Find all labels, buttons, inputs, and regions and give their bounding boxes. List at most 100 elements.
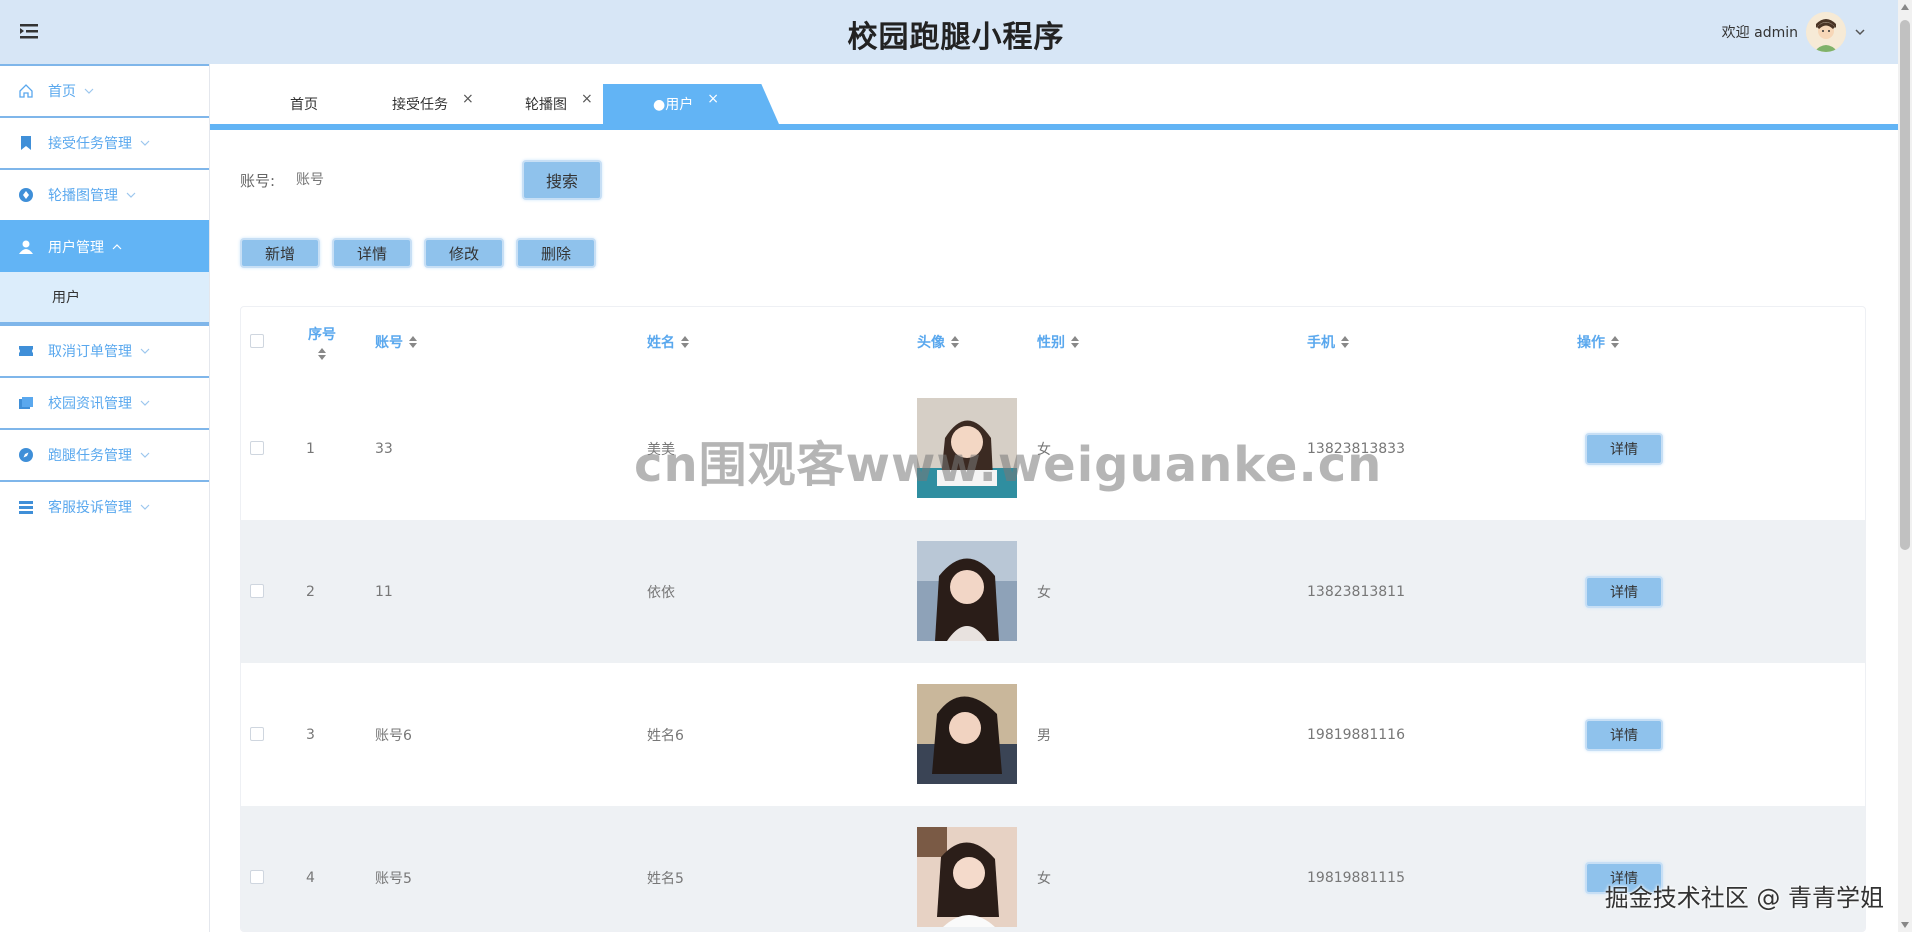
- row-detail-button[interactable]: 详情: [1585, 719, 1663, 751]
- header-gender[interactable]: 性别: [1037, 307, 1080, 377]
- close-icon[interactable]: ×: [581, 91, 593, 107]
- sidebar-item-home[interactable]: 首页: [0, 64, 209, 116]
- user-avatar[interactable]: [1806, 12, 1846, 52]
- edit-button[interactable]: 修改: [424, 238, 504, 268]
- row-detail-button[interactable]: 详情: [1585, 576, 1663, 608]
- sidebar-subitem-user[interactable]: 用户: [0, 272, 209, 324]
- sidebar-item-label: 首页: [48, 84, 76, 100]
- sort-icon[interactable]: [1340, 336, 1350, 348]
- avatar-photo: [917, 398, 1017, 498]
- header-index[interactable]: 序号: [305, 307, 339, 377]
- compass-icon: [19, 448, 33, 462]
- app-page: 校园跑腿小程序 欢迎 admin 首页 接受任务管理 轮播图管理 用户管理 用户…: [0, 0, 1912, 932]
- cell-index: 4: [306, 869, 315, 886]
- search-label: 账号:: [240, 172, 276, 190]
- tab-carousel[interactable]: 轮播图 ×: [525, 84, 593, 124]
- cell-phone: 13823813833: [1307, 440, 1405, 457]
- tab-bar: 首页 接受任务 × 轮播图 × ●用户 ×: [210, 64, 1898, 128]
- tab-home[interactable]: 首页: [290, 84, 318, 124]
- header-phone[interactable]: 手机: [1307, 307, 1350, 377]
- add-button[interactable]: 新增: [240, 238, 320, 268]
- row-checkbox[interactable]: [250, 584, 264, 598]
- close-icon[interactable]: ×: [707, 91, 719, 107]
- row-checkbox[interactable]: [250, 441, 264, 455]
- tab-accept-task[interactable]: 接受任务 ×: [392, 84, 474, 124]
- cell-name: 依依: [647, 584, 675, 601]
- chevron-down-icon: [140, 504, 150, 510]
- cell-gender: 女: [1037, 870, 1051, 887]
- sidebar-item-cancel-order[interactable]: 取消订单管理: [0, 324, 209, 376]
- header-name[interactable]: 姓名: [647, 307, 690, 377]
- tab-label: 首页: [290, 97, 318, 113]
- cell-index: 3: [306, 726, 315, 743]
- close-icon[interactable]: ×: [462, 91, 474, 107]
- row-checkbox[interactable]: [250, 727, 264, 741]
- sidebar-item-accept-task[interactable]: 接受任务管理: [0, 116, 209, 168]
- chevron-up-icon: [112, 244, 122, 250]
- row-detail-button[interactable]: 详情: [1585, 862, 1663, 894]
- sidebar-item-complaint[interactable]: 客服投诉管理: [0, 480, 209, 532]
- row-detail-button[interactable]: 详情: [1585, 433, 1663, 465]
- scroll-thumb[interactable]: [1900, 20, 1910, 550]
- sidebar-item-label: 取消订单管理: [48, 344, 132, 360]
- tab-underline: [210, 124, 1898, 130]
- header-label: 序号: [308, 327, 336, 343]
- sidebar-item-label: 用户管理: [48, 240, 104, 256]
- header-label: 性别: [1037, 335, 1065, 351]
- sort-icon[interactable]: [408, 336, 418, 348]
- cell-account: 账号6: [375, 727, 412, 744]
- search-input[interactable]: [296, 160, 516, 198]
- detail-button[interactable]: 详情: [332, 238, 412, 268]
- carousel-icon: [19, 188, 33, 202]
- chevron-down-icon: [140, 140, 150, 146]
- table-row[interactable]: 4 账号5 姓名5 女 19819881115 详情: [241, 806, 1865, 931]
- sort-icon[interactable]: [950, 336, 960, 348]
- search-button[interactable]: 搜索: [522, 160, 602, 200]
- sidebar-item-label: 校园资讯管理: [48, 396, 132, 412]
- header-label: 姓名: [647, 335, 675, 351]
- sort-icon[interactable]: [317, 348, 327, 360]
- sidebar-item-carousel[interactable]: 轮播图管理: [0, 168, 209, 220]
- table-row[interactable]: 3 账号6 姓名6 男 19819881116 详情: [241, 663, 1865, 806]
- select-all-checkbox[interactable]: [250, 334, 264, 348]
- welcome-text: 欢迎 admin: [1721, 25, 1798, 41]
- sort-icon[interactable]: [1610, 336, 1620, 348]
- cell-phone: 19819881116: [1307, 726, 1405, 743]
- chevron-down-icon: [140, 452, 150, 458]
- tab-label: 轮播图: [525, 97, 567, 113]
- table-row[interactable]: 2 11 依依 女 13823813811 详情: [241, 520, 1865, 663]
- header-operation[interactable]: 操作: [1577, 307, 1620, 377]
- scroll-up-icon[interactable]: [1901, 4, 1909, 10]
- header-label: 手机: [1307, 335, 1335, 351]
- row-checkbox[interactable]: [250, 870, 264, 884]
- cell-gender: 女: [1037, 584, 1051, 601]
- sidebar-item-label: 跑腿任务管理: [48, 448, 132, 464]
- header-avatar[interactable]: 头像: [917, 307, 960, 377]
- cell-phone: 13823813811: [1307, 583, 1405, 600]
- sort-icon[interactable]: [680, 336, 690, 348]
- chevron-down-icon: [140, 348, 150, 354]
- page-scrollbar[interactable]: [1898, 0, 1912, 932]
- avatar-photo: [917, 827, 1017, 927]
- sidebar-item-user-manage[interactable]: 用户管理: [0, 220, 209, 272]
- avatar-photo: [917, 541, 1017, 641]
- table-row[interactable]: 1 33 美美 女 13823813833 详情: [241, 377, 1865, 520]
- tab-user[interactable]: ●用户 ×: [603, 84, 779, 124]
- sidebar-item-campus-news[interactable]: 校园资讯管理: [0, 376, 209, 428]
- tab-label: ●用户: [653, 97, 694, 113]
- header-account[interactable]: 账号: [375, 307, 418, 377]
- sort-icon[interactable]: [1070, 336, 1080, 348]
- cell-phone: 19819881115: [1307, 869, 1405, 886]
- scroll-down-icon[interactable]: [1901, 922, 1909, 928]
- chevron-down-icon: [126, 192, 136, 198]
- sidebar-item-label: 客服投诉管理: [48, 500, 132, 516]
- cell-index: 2: [306, 583, 315, 600]
- delete-button[interactable]: 删除: [516, 238, 596, 268]
- home-icon: [19, 84, 33, 98]
- sidebar-item-errand-task[interactable]: 跑腿任务管理: [0, 428, 209, 480]
- header-label: 头像: [917, 335, 945, 351]
- chevron-down-icon[interactable]: [1854, 26, 1866, 38]
- list-icon: [19, 501, 33, 514]
- top-header: 校园跑腿小程序 欢迎 admin: [0, 0, 1912, 64]
- user-menu[interactable]: 欢迎 admin: [1722, 12, 1866, 52]
